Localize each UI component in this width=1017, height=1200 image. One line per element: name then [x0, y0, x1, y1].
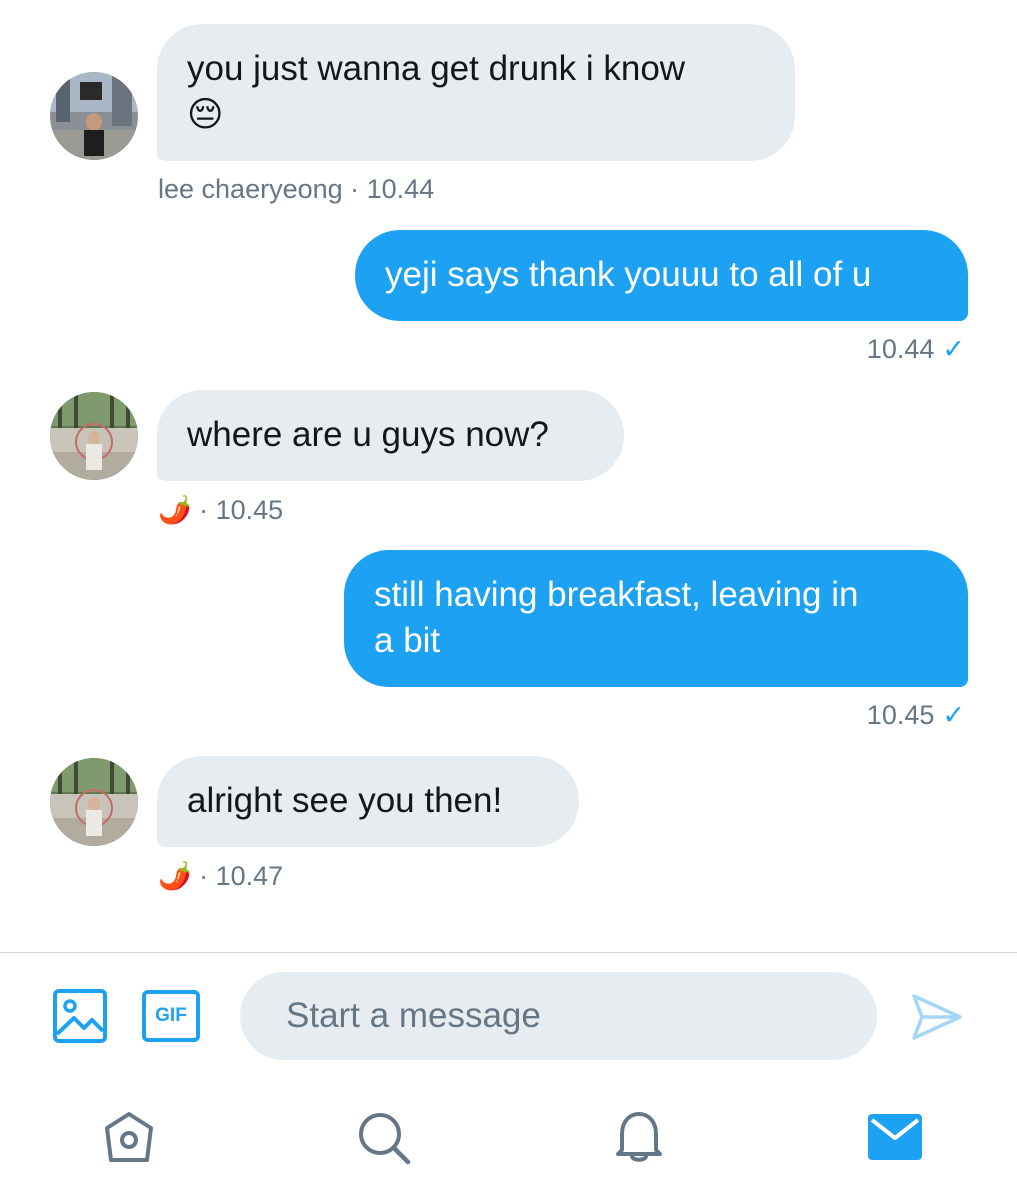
message-text: a bit	[374, 621, 441, 660]
avatar[interactable]	[50, 392, 138, 480]
message-input-placeholder: Start a message	[286, 996, 541, 1035]
message-time: 10.45	[215, 495, 284, 525]
message-time: 10.45	[866, 700, 935, 730]
message-bubble[interactable]: still having breakfast, leaving in a bit	[344, 550, 968, 687]
message-emoji: 😔	[187, 95, 224, 135]
avatar-photo	[50, 72, 138, 160]
message-bubble[interactable]: you just wanna get drunk i know 😔	[157, 24, 795, 161]
message-text: where are u guys now?	[187, 415, 549, 454]
search-icon[interactable]	[356, 1110, 412, 1166]
messages-icon[interactable]	[868, 1114, 922, 1160]
dm-conversation-screen: you just wanna get drunk i know 😔 lee ch…	[0, 0, 1017, 1200]
avatar[interactable]	[50, 72, 138, 160]
message-meta: 10.45 ✓	[867, 700, 965, 731]
sender-emoji: 🌶️	[158, 861, 192, 892]
message-bubble[interactable]: yeji says thank youuu to all of u	[355, 230, 968, 321]
composer-divider	[0, 952, 1017, 953]
meta-separator: ·	[191, 495, 216, 525]
sender-emoji: 🌶️	[158, 495, 192, 526]
message-text: yeji says thank youuu to all of u	[385, 255, 872, 294]
image-icon[interactable]	[52, 988, 108, 1044]
avatar-photo	[50, 758, 138, 846]
message-bubble[interactable]: alright see you then!	[157, 756, 579, 847]
message-time: 10.44	[866, 334, 935, 364]
meta-separator: ·	[191, 861, 216, 891]
message-input[interactable]: Start a message	[240, 972, 877, 1060]
avatar-photo	[50, 392, 138, 480]
gif-icon[interactable]: GIF	[142, 990, 200, 1042]
message-meta: 🌶️ · 10.47	[158, 860, 283, 892]
sender-name: lee chaeryeong	[158, 174, 343, 204]
message-meta: 10.44 ✓	[867, 334, 965, 365]
check-icon: ✓	[942, 700, 965, 730]
message-text: still having breakfast, leaving in	[374, 575, 859, 614]
message-meta: lee chaeryeong · 10.44	[158, 174, 434, 205]
message-text: you just wanna get drunk i know	[187, 49, 686, 88]
message-bubble[interactable]: where are u guys now?	[157, 390, 624, 481]
check-icon: ✓	[942, 334, 965, 364]
gif-label: GIF	[155, 1005, 187, 1026]
message-time: 10.47	[215, 861, 284, 891]
notifications-icon[interactable]	[612, 1108, 666, 1164]
send-icon[interactable]	[910, 990, 964, 1044]
message-meta: 🌶️ · 10.45	[158, 494, 283, 526]
message-time: 10.44	[366, 174, 435, 204]
avatar[interactable]	[50, 758, 138, 846]
meta-separator: ·	[342, 174, 367, 204]
message-text: alright see you then!	[187, 781, 503, 820]
home-icon[interactable]	[102, 1110, 156, 1164]
